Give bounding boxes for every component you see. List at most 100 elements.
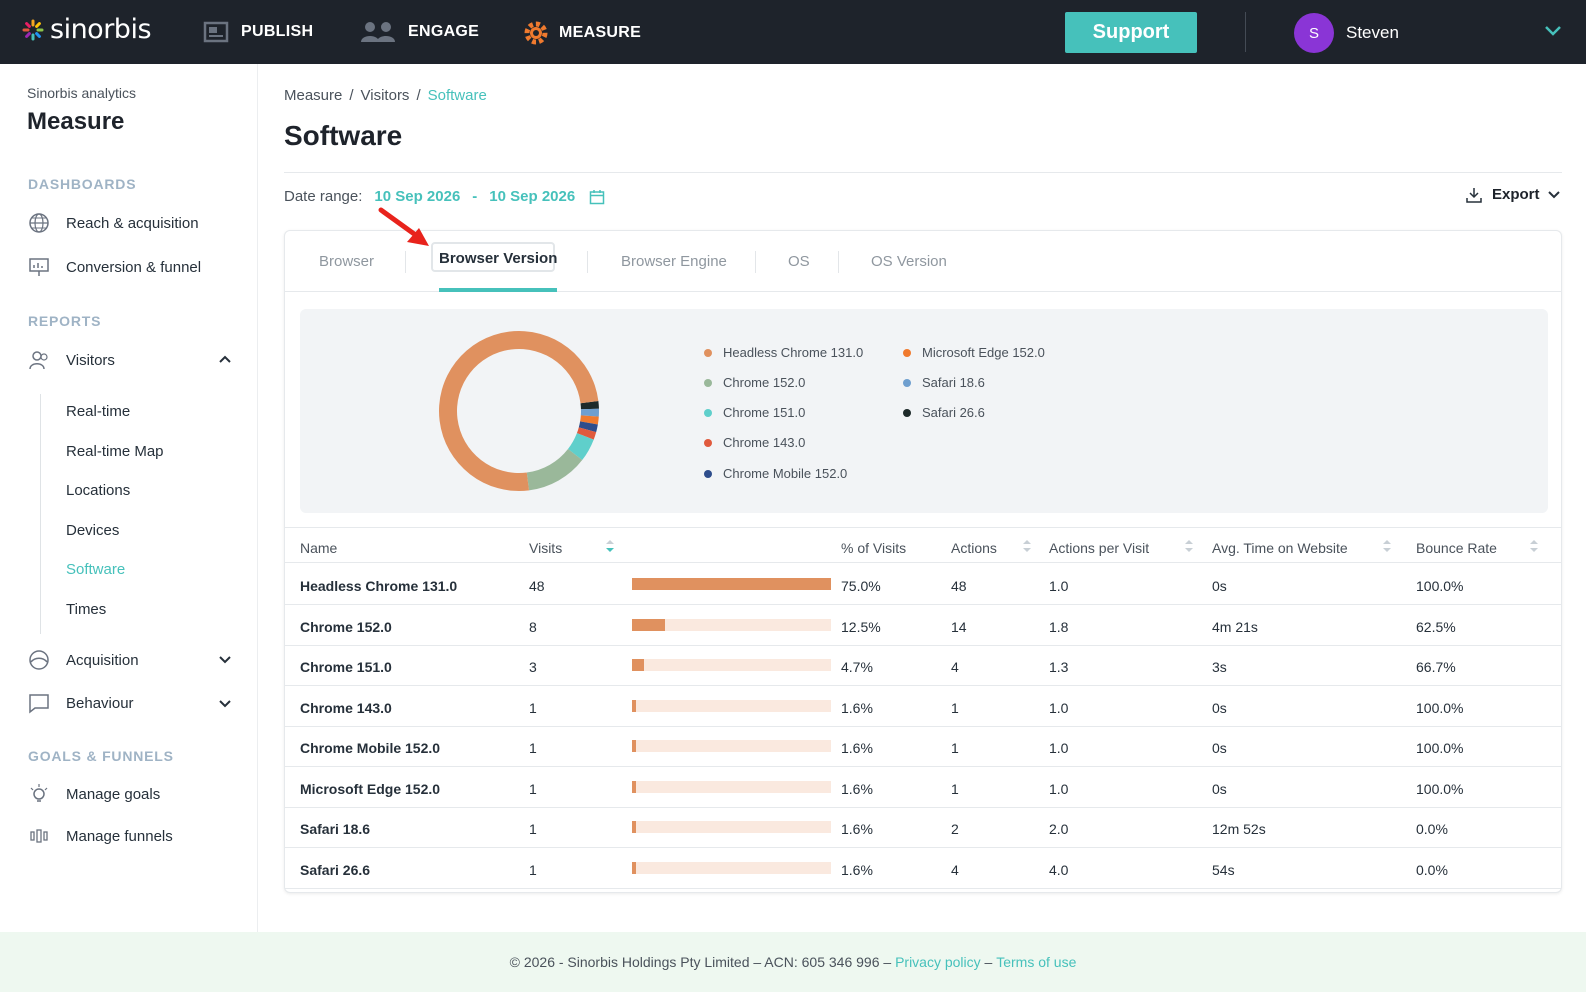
acquisition-icon xyxy=(28,649,50,671)
table-row[interactable]: Chrome 152.0 8 12.5% 14 1.8 4m 21s 62.5% xyxy=(285,605,1561,646)
col-name[interactable]: Name xyxy=(300,540,337,556)
sidebar-item-label: Conversion & funnel xyxy=(66,258,202,276)
col-actions[interactable]: Actions xyxy=(951,540,997,556)
legend-item[interactable]: Headless Chrome 131.0 xyxy=(704,345,863,360)
nav-measure[interactable]: MEASURE xyxy=(523,20,641,46)
col-bounce-rate[interactable]: Bounce Rate xyxy=(1416,540,1497,556)
section-reports: REPORTS xyxy=(28,313,102,329)
legend-item[interactable]: Microsoft Edge 152.0 xyxy=(903,345,1045,360)
tab-os[interactable]: OS xyxy=(788,253,810,270)
col-pct-visits[interactable]: % of Visits xyxy=(841,540,906,556)
table-row[interactable]: Safari 26.6 1 1.6% 4 4.0 54s 0.0% xyxy=(285,848,1561,889)
table-row[interactable]: Safari 18.6 1 1.6% 2 2.0 12m 52s 0.0% xyxy=(285,807,1561,848)
table-row[interactable]: Chrome Mobile 152.0 1 1.6% 1 1.0 0s 100.0% xyxy=(285,726,1561,767)
section-dashboards: DASHBOARDS xyxy=(28,176,137,192)
sidebar-item-conversion[interactable]: Conversion & funnel xyxy=(28,256,201,278)
download-icon xyxy=(1466,187,1482,203)
sidebar-item-acquisition[interactable]: Acquisition xyxy=(28,649,139,671)
cell-bounce: 66.7% xyxy=(1416,659,1456,675)
sidebar-item-visitors[interactable]: Visitors xyxy=(28,349,115,371)
nav-publish[interactable]: PUBLISH xyxy=(203,20,313,44)
sidebar-subitem-devices[interactable]: Devices xyxy=(66,522,119,539)
cell-visits: 1 xyxy=(529,740,537,756)
breadcrumb-separator: / xyxy=(416,87,421,104)
calendar-icon[interactable] xyxy=(589,189,605,205)
chevron-down-icon[interactable] xyxy=(218,655,232,665)
avatar[interactable]: S xyxy=(1294,13,1334,53)
legend-item[interactable]: Chrome 152.0 xyxy=(704,375,805,390)
breadcrumb-visitors[interactable]: Visitors xyxy=(361,87,410,104)
cell-actions: 1 xyxy=(951,699,959,716)
sort-icon[interactable] xyxy=(1529,539,1539,553)
support-button[interactable]: Support xyxy=(1065,12,1197,53)
privacy-policy-link[interactable]: Privacy policy xyxy=(895,954,981,970)
sort-icon[interactable] xyxy=(1184,539,1194,553)
cell-visits: 1 xyxy=(529,699,537,716)
sidebar-item-manage-goals[interactable]: Manage goals xyxy=(28,783,160,805)
tab-divider xyxy=(755,251,756,273)
sidebar-subitem-times[interactable]: Times xyxy=(66,601,106,618)
export-button[interactable]: Export xyxy=(1466,186,1570,203)
user-name[interactable]: Steven xyxy=(1346,23,1399,43)
legend-item[interactable]: Safari 26.6 xyxy=(903,405,985,420)
sidebar-item-label: Manage goals xyxy=(66,785,161,803)
sidebar-item-label: Reach & acquisition xyxy=(66,214,199,232)
tab-browser-version[interactable]: Browser Version xyxy=(439,241,557,267)
tab-os-version[interactable]: OS Version xyxy=(871,253,947,270)
cell-name: Chrome 151.0 xyxy=(300,659,392,675)
legend-label: Headless Chrome 131.0 xyxy=(723,345,864,360)
sidebar-subitem-realtime[interactable]: Real-time xyxy=(66,403,130,420)
cell-actions: 4 xyxy=(951,861,959,878)
logo-text: sinorbis xyxy=(50,14,152,45)
cell-name: Safari 26.6 xyxy=(300,861,371,878)
cell-actions: 4 xyxy=(951,659,959,675)
cell-apv: 1.0 xyxy=(1049,578,1069,594)
cell-pct: 12.5% xyxy=(841,618,881,635)
tab-browser-engine[interactable]: Browser Engine xyxy=(621,253,727,270)
date-to[interactable]: 10 Sep 2026 xyxy=(489,188,575,205)
cell-avg-time: 0s xyxy=(1212,740,1227,756)
tab-browser[interactable]: Browser xyxy=(319,253,374,270)
visits-bar-fill xyxy=(632,780,637,793)
cell-avg-time: 54s xyxy=(1212,861,1235,878)
date-separator: - xyxy=(472,188,478,205)
col-avg-time[interactable]: Avg. Time on Website xyxy=(1212,540,1348,556)
table-row[interactable]: Headless Chrome 131.0 48 75.0% 48 1.0 0s 100.0… xyxy=(285,564,1561,605)
date-from[interactable]: 10 Sep 2026 xyxy=(374,188,460,205)
donut-slice-safari-18-6[interactable] xyxy=(580,408,599,417)
red-arrow-icon xyxy=(378,207,429,246)
donut-slice-chrome-152-0[interactable] xyxy=(526,449,583,491)
people-icon xyxy=(361,22,395,42)
col-actions-per-visit[interactable]: Actions per Visit xyxy=(1049,540,1149,556)
sort-icon[interactable] xyxy=(1022,539,1032,553)
sidebar-subitem-locations[interactable]: Locations xyxy=(66,482,130,499)
chevron-down-icon[interactable] xyxy=(218,699,232,709)
cell-pct: 1.6% xyxy=(841,780,873,797)
cell-actions: 2 xyxy=(951,821,959,837)
legend-item[interactable]: Chrome 143.0 xyxy=(704,435,805,450)
chevron-down-icon[interactable] xyxy=(1544,24,1562,38)
nav-engage[interactable]: ENGAGE xyxy=(360,20,479,44)
terms-of-use-link[interactable]: Terms of use xyxy=(996,954,1076,970)
sidebar-item-manage-funnels[interactable]: Manage funnels xyxy=(28,825,173,847)
sinorbis-logo[interactable]: sinorbis xyxy=(22,14,152,45)
sort-icon[interactable] xyxy=(1382,539,1392,553)
sidebar-subitem-software[interactable]: Software xyxy=(66,561,125,578)
sidebar-item-reach[interactable]: Reach & acquisition xyxy=(28,212,199,234)
visits-bar-fill xyxy=(632,861,637,874)
breadcrumb-measure[interactable]: Measure xyxy=(284,87,342,104)
legend-item[interactable]: Chrome Mobile 152.0 xyxy=(704,466,847,481)
sort-desc-icon[interactable] xyxy=(605,539,615,553)
table-row[interactable]: Chrome 143.0 1 1.6% 1 1.0 0s 100.0% xyxy=(285,686,1561,727)
col-visits[interactable]: Visits xyxy=(529,540,562,556)
chevron-up-icon[interactable] xyxy=(218,354,232,364)
cell-pct: 75.0% xyxy=(841,578,881,594)
legend-item[interactable]: Chrome 151.0 xyxy=(704,405,805,420)
legend-item[interactable]: Safari 18.6 xyxy=(903,375,985,390)
sidebar-subitem-realtime-map[interactable]: Real-time Map xyxy=(66,443,164,460)
table-row[interactable]: Chrome 151.0 3 4.7% 4 1.3 3s 66.7% xyxy=(285,645,1561,686)
table-row[interactable]: Microsoft Edge 152.0 1 1.6% 1 1.0 0s 100.0% xyxy=(285,767,1561,808)
sidebar-item-behaviour[interactable]: Behaviour xyxy=(28,692,134,714)
cell-bounce: 100.0% xyxy=(1416,578,1464,594)
sidebar: Sinorbis analytics Measure DASHBOARDS Re… xyxy=(0,64,258,932)
